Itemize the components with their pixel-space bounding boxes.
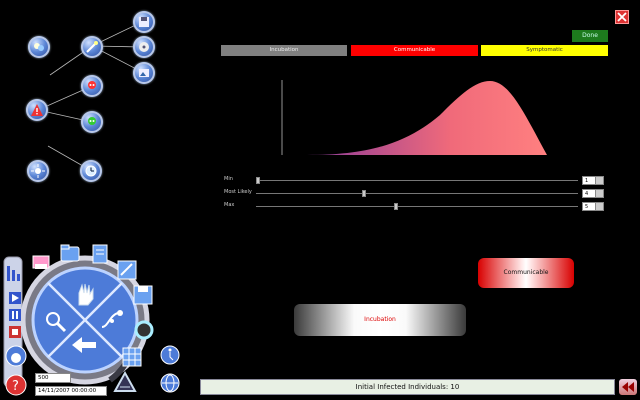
chart-bars-icon[interactable]: [6, 262, 22, 282]
document-icon[interactable]: [90, 244, 110, 264]
globe-icon[interactable]: [160, 373, 180, 393]
slider-label: Max: [224, 202, 235, 208]
grid-icon[interactable]: [122, 347, 142, 367]
spinner-value: 4: [585, 191, 589, 197]
close-button[interactable]: [615, 10, 629, 24]
play-icon[interactable]: [9, 292, 21, 304]
image-node-icon[interactable]: [133, 62, 155, 84]
edit-icon[interactable]: [117, 260, 137, 280]
stop-icon[interactable]: [9, 326, 21, 338]
tab-communicable[interactable]: Communicable: [351, 45, 478, 56]
slider-label: Min: [224, 176, 233, 182]
slider-thumb[interactable]: [256, 177, 260, 184]
rewind-icon: [622, 382, 634, 392]
paint-icon[interactable]: [32, 254, 50, 272]
slider-label: Most Likely: [224, 189, 252, 195]
incubation-button[interactable]: Incubation: [294, 304, 466, 336]
help-icon[interactable]: ?: [5, 374, 27, 396]
save-node-icon[interactable]: [133, 11, 155, 33]
done-button[interactable]: Done: [572, 30, 608, 42]
skull-node-icon[interactable]: [81, 75, 103, 97]
accessibility-icon[interactable]: [160, 345, 180, 365]
tab-symptomatic[interactable]: Symptomatic: [481, 45, 608, 56]
spinner-arrows-icon[interactable]: [595, 177, 603, 184]
svg-text:?: ?: [12, 379, 19, 394]
slider-track[interactable]: [256, 206, 578, 207]
date-select[interactable]: 14/11/2007 00:00:00: [35, 386, 107, 396]
sun-node-icon[interactable]: [27, 160, 49, 182]
connect-icon[interactable]: [100, 307, 126, 331]
money-bag-icon[interactable]: [5, 345, 27, 367]
slider-thumb[interactable]: [394, 203, 399, 210]
triangle-tool-icon[interactable]: [112, 370, 138, 394]
communicable-button[interactable]: Communicable: [478, 258, 574, 288]
wand-node-icon[interactable]: [81, 36, 103, 58]
curve-shape: [307, 81, 547, 155]
slider-track[interactable]: [256, 180, 578, 181]
value-spinner[interactable]: 5: [582, 202, 604, 211]
clock-node-icon[interactable]: [80, 160, 102, 182]
slider-track[interactable]: [256, 193, 578, 194]
skull-green-node-icon[interactable]: [81, 111, 103, 133]
film-node-icon[interactable]: [133, 36, 155, 58]
zoom-icon[interactable]: [44, 310, 68, 334]
ring-icon[interactable]: [134, 320, 154, 340]
hand-icon[interactable]: [73, 281, 99, 307]
group-node-icon[interactable]: [28, 36, 50, 58]
pause-icon[interactable]: [9, 309, 21, 321]
back-arrow-icon[interactable]: [70, 335, 98, 355]
value-spinner[interactable]: 1: [582, 176, 604, 185]
spinner-arrows-icon[interactable]: [595, 190, 603, 197]
spinner-value: 5: [585, 204, 589, 210]
spinner-arrows-icon[interactable]: [595, 203, 603, 210]
distribution-curve: [281, 80, 547, 155]
folder-icon[interactable]: [60, 244, 80, 262]
status-bar: Initial Infected Individuals: 10: [200, 379, 615, 395]
back-button[interactable]: [619, 379, 637, 395]
spinner-value: 1: [585, 178, 589, 184]
warning-node-icon[interactable]: [26, 99, 48, 121]
count-input[interactable]: 500: [35, 373, 71, 383]
close-icon: [617, 12, 627, 22]
save-icon[interactable]: [133, 285, 153, 305]
slider-thumb[interactable]: [362, 190, 367, 197]
value-spinner[interactable]: 4: [582, 189, 604, 198]
tab-incubation[interactable]: Incubation: [221, 45, 347, 56]
